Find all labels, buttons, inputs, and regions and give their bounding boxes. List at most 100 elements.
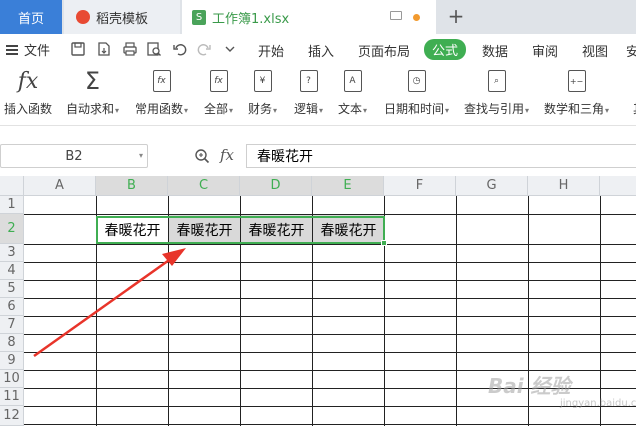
- common-functions-button[interactable]: fx 常用函数▾: [135, 68, 188, 117]
- gridline: [24, 352, 636, 353]
- tab-docer[interactable]: 稻壳模板: [64, 0, 180, 34]
- hamburger-icon: [6, 44, 18, 55]
- column-header-h[interactable]: H: [528, 176, 600, 196]
- financial-button[interactable]: ¥ 财务▾: [248, 68, 277, 117]
- gridline: [24, 406, 636, 407]
- tab-workbook[interactable]: S 工作簿1.xlsx: [182, 0, 436, 34]
- row-header-8[interactable]: 8: [0, 334, 24, 352]
- formula-bar: B2 ▾ fx 春暖花开: [0, 144, 636, 168]
- tab-workbook-label: 工作簿1.xlsx: [212, 11, 290, 27]
- row-header-10[interactable]: 10: [0, 370, 24, 388]
- text-doc-icon: A: [340, 68, 366, 94]
- menu-bar: 文件 开始 插入 页面布局 公式 数据 审阅 视图 安: [0, 34, 636, 64]
- gridline: [24, 334, 636, 335]
- gridline: [600, 196, 601, 426]
- name-box-value: B2: [65, 148, 83, 164]
- all-functions-label: 全部: [204, 102, 229, 116]
- row-header-12[interactable]: 12: [0, 406, 24, 426]
- row-header-9[interactable]: 9: [0, 352, 24, 370]
- tab-home[interactable]: 首页: [0, 0, 62, 34]
- column-header-i[interactable]: [600, 176, 636, 196]
- formula-input-value: 春暖花开: [257, 149, 313, 165]
- menu-start[interactable]: 开始: [258, 41, 284, 60]
- date-time-button[interactable]: ◷ 日期和时间▾: [384, 68, 449, 117]
- text-button[interactable]: A 文本▾: [338, 68, 367, 117]
- formula-ribbon: fx 插入函数 Σ 自动求和▾ fx 常用函数▾ fx 全部▾ ¥ 财务▾ ? …: [0, 64, 636, 126]
- more-icon: [626, 68, 636, 94]
- menu-review[interactable]: 审阅: [532, 41, 558, 60]
- select-all-corner[interactable]: [0, 176, 24, 196]
- cell-b2[interactable]: 春暖花开: [97, 215, 168, 244]
- row-header-3[interactable]: 3: [0, 244, 24, 262]
- math-trig-button[interactable]: +− 数学和三角▾: [544, 68, 609, 117]
- column-header-c[interactable]: C: [168, 176, 240, 196]
- menu-data[interactable]: 数据: [482, 41, 508, 60]
- search-doc-icon: ⌕: [484, 68, 510, 94]
- tab-home-label: 首页: [17, 11, 44, 27]
- insert-function-fx-button[interactable]: fx: [220, 146, 234, 164]
- lookup-reference-button[interactable]: ⌕ 查找与引用▾: [464, 68, 529, 117]
- autosum-label: 自动求和: [66, 102, 115, 116]
- row-header-7[interactable]: 7: [0, 316, 24, 334]
- fx-icon: fx: [17, 68, 39, 94]
- all-functions-button[interactable]: fx 全部▾: [204, 68, 233, 117]
- cell-d2[interactable]: 春暖花开: [241, 215, 312, 244]
- column-header-b[interactable]: B: [96, 176, 168, 196]
- tab-docer-label: 稻壳模板: [96, 11, 149, 27]
- save-icon[interactable]: [70, 41, 86, 57]
- row-header-6[interactable]: 6: [0, 298, 24, 316]
- zoom-icon[interactable]: [194, 148, 210, 164]
- print-icon[interactable]: [122, 41, 138, 57]
- export-pdf-icon[interactable]: [96, 41, 112, 57]
- gridline: [24, 262, 636, 263]
- row-header-11[interactable]: 11: [0, 388, 24, 406]
- menu-security[interactable]: 安: [626, 41, 636, 60]
- menu-view[interactable]: 视图: [582, 41, 608, 60]
- chevron-down-icon[interactable]: ▾: [139, 151, 143, 160]
- watermark-logo: Bai 经验: [488, 374, 571, 398]
- formula-input[interactable]: 春暖花开: [246, 144, 636, 168]
- logical-button[interactable]: ? 逻辑▾: [294, 68, 323, 117]
- autosum-button[interactable]: Σ 自动求和▾: [66, 67, 119, 117]
- gridline: [24, 298, 636, 299]
- row-header-2[interactable]: 2: [0, 214, 24, 244]
- column-header-g[interactable]: G: [456, 176, 528, 196]
- question-doc-icon: ?: [296, 68, 322, 94]
- unsaved-dot-icon: [413, 14, 420, 21]
- column-header-d[interactable]: D: [240, 176, 312, 196]
- gridline: [24, 280, 636, 281]
- row-header-1[interactable]: 1: [0, 196, 24, 214]
- print-preview-icon[interactable]: [146, 41, 162, 57]
- menu-formula[interactable]: 公式: [424, 39, 467, 60]
- column-header-f[interactable]: F: [384, 176, 456, 196]
- file-menu[interactable]: 文件: [6, 40, 50, 59]
- column-header-e[interactable]: E: [312, 176, 384, 196]
- redo-icon[interactable]: [196, 41, 212, 57]
- common-functions-label: 常用函数: [135, 102, 184, 116]
- gridline: [24, 316, 636, 317]
- lookup-reference-label: 查找与引用: [464, 102, 525, 116]
- row-header-4[interactable]: 4: [0, 262, 24, 280]
- sigma-icon: Σ: [84, 67, 101, 95]
- name-box[interactable]: B2 ▾: [0, 144, 148, 168]
- yen-book-icon: ¥: [250, 68, 276, 94]
- customize-toolbar-chevron-icon[interactable]: [222, 41, 238, 57]
- fx-doc-icon: fx: [149, 68, 175, 94]
- cell-c2[interactable]: 春暖花开: [169, 215, 240, 244]
- column-header-a[interactable]: A: [24, 176, 96, 196]
- gridline: [24, 424, 636, 425]
- menu-insert[interactable]: 插入: [308, 41, 334, 60]
- more-functions-button[interactable]: 其: [626, 68, 636, 117]
- logical-label: 逻辑: [294, 102, 319, 116]
- monitor-icon[interactable]: [390, 11, 402, 20]
- cell-e2[interactable]: 春暖花开: [313, 215, 384, 244]
- watermark-url: jingyan.baidu.com: [560, 398, 636, 409]
- undo-icon[interactable]: [172, 41, 188, 57]
- gridline: [456, 196, 457, 426]
- gridline: [384, 196, 385, 426]
- docer-logo-icon: [76, 10, 90, 24]
- insert-function-button[interactable]: fx 插入函数: [4, 68, 52, 117]
- row-header-5[interactable]: 5: [0, 280, 24, 298]
- new-tab-button[interactable]: +: [444, 4, 468, 28]
- menu-page-layout[interactable]: 页面布局: [358, 41, 410, 60]
